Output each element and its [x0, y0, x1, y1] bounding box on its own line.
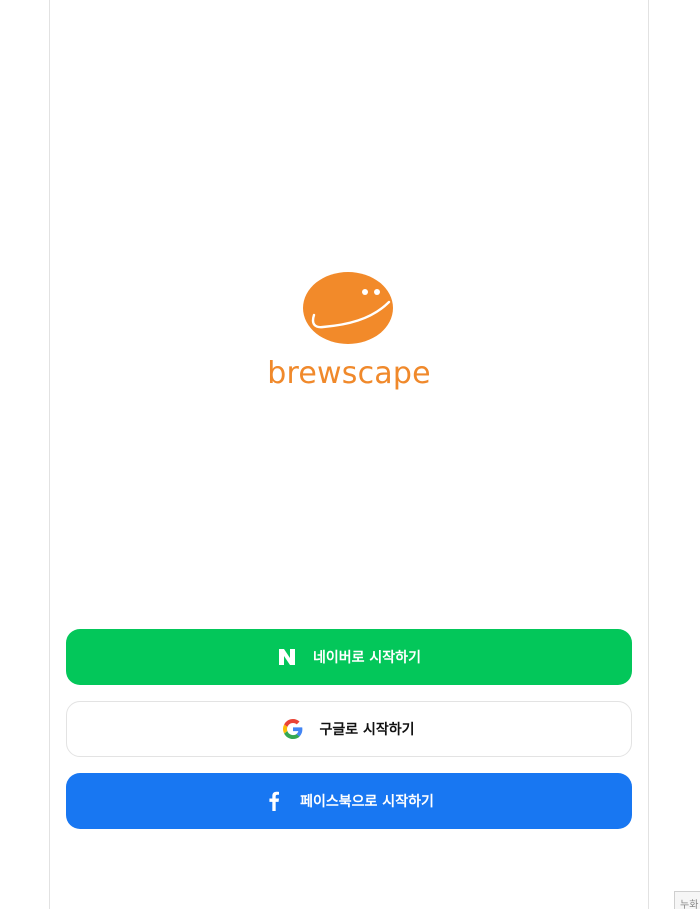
- google-login-label: 구글로 시작하기: [319, 722, 415, 738]
- naver-login-button[interactable]: 네이버로 시작하기: [66, 629, 632, 685]
- google-login-button[interactable]: 구글로 시작하기: [66, 701, 632, 757]
- facebook-login-label: 페이스북으로 시작하기: [300, 794, 434, 810]
- naver-login-label: 네이버로 시작하기: [313, 650, 421, 666]
- naver-n-icon: [277, 647, 297, 667]
- app-frame: brewscape 네이버로 시작하기 구글로 시작하기 페이스북으로 시작하기: [49, 0, 649, 909]
- brand-name: brewscape: [267, 356, 431, 391]
- brewscape-logo-icon: [303, 272, 393, 344]
- corner-widget[interactable]: 누화: [674, 891, 700, 909]
- brand-logo: brewscape: [50, 270, 648, 392]
- corner-widget-label: 누화: [680, 900, 699, 909]
- page: brewscape 네이버로 시작하기 구글로 시작하기 페이스북으로 시작하기…: [0, 0, 700, 909]
- facebook-login-button[interactable]: 페이스북으로 시작하기: [66, 773, 632, 829]
- facebook-f-icon: [264, 791, 284, 811]
- google-g-icon: [283, 719, 303, 739]
